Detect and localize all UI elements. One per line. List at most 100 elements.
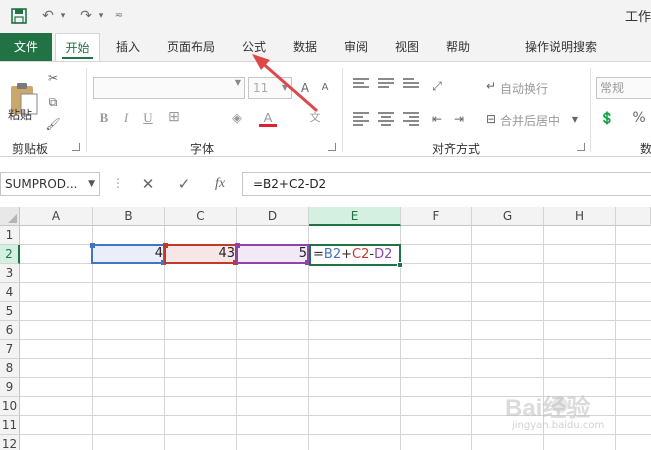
- row-header-12[interactable]: 12: [0, 435, 20, 450]
- column-header-g[interactable]: G: [472, 207, 544, 226]
- cell-e2-active[interactable]: =B2+C2-D2: [309, 244, 403, 268]
- tab-help[interactable]: 帮助: [440, 33, 476, 61]
- increase-font-icon[interactable]: A: [296, 80, 314, 96]
- clipboard-launcher-icon[interactable]: [72, 143, 80, 151]
- wrap-text-button[interactable]: 自动换行: [500, 80, 548, 97]
- font-group-label: 字体: [190, 142, 215, 156]
- number-group-label: 数: [640, 142, 651, 156]
- tab-file[interactable]: 文件: [0, 33, 52, 61]
- alignment-launcher-icon[interactable]: [577, 143, 585, 151]
- quick-access-toolbar: ↶ ▾ ↷ ▾ ≂ 工作: [0, 0, 651, 33]
- paste-button[interactable]: 粘贴: [8, 106, 32, 123]
- underline-icon[interactable]: U: [139, 109, 157, 127]
- bold-icon[interactable]: B: [95, 109, 113, 127]
- cell-d2[interactable]: 5: [238, 245, 309, 265]
- column-header-e[interactable]: E: [309, 207, 401, 226]
- cut-icon[interactable]: ✂: [44, 70, 62, 86]
- row-header-9[interactable]: 9: [0, 378, 20, 397]
- merge-center-button[interactable]: 合并后居中: [500, 112, 560, 129]
- decrease-indent-icon[interactable]: ⇤: [428, 111, 446, 127]
- formula-token: +: [341, 247, 353, 262]
- formula-bar: SUMPROD... ▼ ⋮ ✕ ✓ fx =B2+C2-D2: [0, 168, 651, 200]
- customize-icon[interactable]: ≂: [113, 6, 125, 26]
- tab-insert[interactable]: 插入: [110, 33, 146, 61]
- watermark-subtext: jingyan.baidu.com: [512, 420, 605, 431]
- row-header-8[interactable]: 8: [0, 359, 20, 378]
- chevron-down-icon: ▼: [234, 78, 241, 87]
- formula-token: D2: [374, 247, 393, 262]
- decrease-font-icon[interactable]: A: [316, 80, 334, 96]
- percent-style-button[interactable]: %: [630, 110, 648, 126]
- tab-review[interactable]: 审阅: [338, 33, 374, 61]
- align-bottom-icon[interactable]: [403, 78, 419, 92]
- phonetic-icon[interactable]: 文: [306, 109, 324, 127]
- cancel-icon[interactable]: ✕: [135, 174, 161, 194]
- row-header-10[interactable]: 10: [0, 397, 20, 416]
- row-header-3[interactable]: 3: [0, 264, 20, 283]
- format-painter-icon[interactable]: 🖌: [44, 116, 62, 132]
- border-icon[interactable]: ⊞: [165, 109, 183, 127]
- font-color-icon[interactable]: A: [259, 109, 277, 127]
- column-header-a[interactable]: A: [20, 207, 93, 226]
- column-header-partial[interactable]: [616, 207, 651, 226]
- formula-token: C2: [352, 247, 370, 262]
- name-box[interactable]: SUMPROD... ▼: [0, 172, 100, 196]
- merge-center-icon[interactable]: ⊟: [482, 111, 500, 127]
- column-header-d[interactable]: D: [237, 207, 309, 226]
- copy-icon[interactable]: ⧉: [44, 94, 62, 110]
- row-header-5[interactable]: 5: [0, 302, 20, 321]
- increase-indent-icon[interactable]: ⇥: [450, 111, 468, 127]
- align-left-icon[interactable]: [353, 112, 369, 126]
- save-icon[interactable]: [10, 6, 28, 26]
- tab-view[interactable]: 视图: [389, 33, 425, 61]
- column-header-h[interactable]: H: [544, 207, 616, 226]
- align-center-icon[interactable]: [378, 112, 394, 126]
- chevron-down-icon[interactable]: ▼: [88, 173, 95, 195]
- group-divider: [342, 68, 343, 152]
- redo-icon[interactable]: ↷: [78, 6, 94, 26]
- row-header-11[interactable]: 11: [0, 416, 20, 435]
- group-divider: [590, 68, 591, 152]
- row-header-2[interactable]: 2: [0, 245, 20, 264]
- font-size-select[interactable]: 11 ▼: [248, 77, 292, 99]
- font-name-select[interactable]: ▼: [93, 77, 245, 99]
- insert-function-icon[interactable]: fx: [207, 174, 233, 194]
- chevron-down-icon: ▼: [281, 83, 288, 92]
- align-top-icon[interactable]: [353, 78, 369, 92]
- font-launcher-icon[interactable]: [328, 143, 336, 151]
- tab-data[interactable]: 数据: [287, 33, 323, 61]
- fill-color-icon[interactable]: ◈: [228, 109, 246, 127]
- number-format-select[interactable]: 常规: [596, 77, 651, 99]
- enter-icon[interactable]: ✓: [171, 174, 197, 194]
- undo-icon[interactable]: ↶: [40, 6, 56, 26]
- alignment-group-label: 对齐方式: [432, 142, 481, 156]
- splitter-handle[interactable]: ⋮: [112, 176, 124, 190]
- redo-dropdown-icon[interactable]: ▾: [95, 6, 107, 26]
- tell-me-search[interactable]: 操作说明搜索: [520, 33, 602, 61]
- fill-handle[interactable]: [397, 262, 403, 268]
- row-header-7[interactable]: 7: [0, 340, 20, 359]
- align-right-icon[interactable]: [403, 112, 419, 126]
- select-all-button[interactable]: [0, 207, 20, 226]
- watermark-text: Bai经验: [505, 395, 591, 422]
- tab-formulas[interactable]: 公式: [236, 33, 272, 61]
- align-middle-icon[interactable]: [378, 78, 394, 92]
- column-header-c[interactable]: C: [165, 207, 237, 226]
- formula-token: B2: [323, 247, 342, 262]
- undo-dropdown-icon[interactable]: ▾: [57, 6, 69, 26]
- orientation-icon[interactable]: ⤢: [428, 78, 446, 94]
- wrap-text-icon[interactable]: ↵: [482, 78, 500, 94]
- formula-input[interactable]: =B2+C2-D2: [242, 172, 651, 196]
- row-header-6[interactable]: 6: [0, 321, 20, 340]
- cell-b2[interactable]: 4: [93, 245, 165, 265]
- accounting-format-icon[interactable]: 💲: [598, 110, 616, 126]
- italic-icon[interactable]: I: [117, 109, 135, 127]
- column-header-f[interactable]: F: [401, 207, 472, 226]
- tab-home[interactable]: 开始: [55, 33, 100, 61]
- column-header-b[interactable]: B: [93, 207, 165, 226]
- chevron-down-icon[interactable]: ▼: [566, 112, 584, 128]
- tab-page-layout[interactable]: 页面布局: [160, 33, 222, 61]
- row-header-4[interactable]: 4: [0, 283, 20, 302]
- cell-c2[interactable]: 43: [166, 245, 237, 265]
- row-header-1[interactable]: 1: [0, 226, 20, 245]
